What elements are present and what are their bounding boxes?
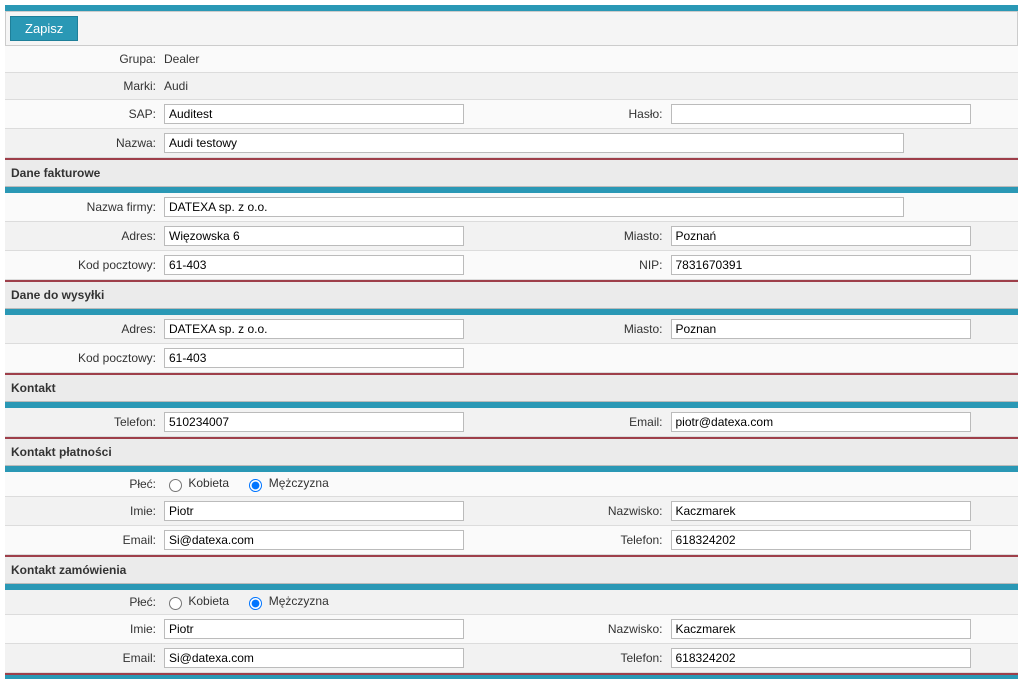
invoice-nip-input[interactable] [671,255,971,275]
contact-email-input[interactable] [671,412,971,432]
order-plec-kobieta-radio[interactable] [169,597,182,610]
payment-nazwisko-label: Nazwisko: [516,504,671,518]
invoice-kod-label: Kod pocztowy: [9,258,164,272]
contact-telefon-input[interactable] [164,412,464,432]
invoice-miasto-label: Miasto: [516,229,671,243]
haslo-label: Hasło: [516,107,671,121]
contact-telefon-label: Telefon: [9,415,164,429]
shipping-kod-label: Kod pocztowy: [9,351,164,365]
section-shipping-header: Dane do wysyłki [5,280,1018,309]
contact-email-label: Email: [516,415,671,429]
marki-label: Marki: [9,79,164,93]
save-button[interactable]: Zapisz [10,16,78,41]
invoice-nip-label: NIP: [516,258,671,272]
haslo-input[interactable] [671,104,971,124]
marki-value: Audi [164,77,1014,95]
section-payment-header: Kontakt płatności [5,437,1018,466]
order-telefon-input[interactable] [671,648,971,668]
payment-plec-mezczyzna-radio[interactable] [249,479,262,492]
payment-telefon-label: Telefon: [516,533,671,547]
order-nazwisko-label: Nazwisko: [516,622,671,636]
section-invoice-header: Dane fakturowe [5,158,1018,187]
payment-plec-kobieta-radio[interactable] [169,479,182,492]
order-nazwisko-input[interactable] [671,619,971,639]
order-plec-mezczyzna-radio[interactable] [249,597,262,610]
nazwa-input[interactable] [164,133,904,153]
shipping-kod-input[interactable] [164,348,464,368]
section-contact-header: Kontakt [5,373,1018,402]
payment-telefon-input[interactable] [671,530,971,550]
order-imie-input[interactable] [164,619,464,639]
shipping-adres-label: Adres: [9,322,164,336]
shipping-miasto-input[interactable] [671,319,971,339]
toolbar: Zapisz [5,11,1018,46]
grupa-value: Dealer [164,50,1014,68]
payment-imie-input[interactable] [164,501,464,521]
sap-input[interactable] [164,104,464,124]
invoice-kod-input[interactable] [164,255,464,275]
shipping-adres-input[interactable] [164,319,464,339]
grupa-label: Grupa: [9,52,164,66]
payment-plec-kobieta-label[interactable]: Kobieta [164,476,229,490]
shipping-miasto-label: Miasto: [516,322,671,336]
order-imie-label: Imie: [9,622,164,636]
invoice-adres-input[interactable] [164,226,464,246]
order-email-label: Email: [9,651,164,665]
section-order-header: Kontakt zamówienia [5,555,1018,584]
payment-email-input[interactable] [164,530,464,550]
invoice-nazwa-firmy-input[interactable] [164,197,904,217]
invoice-nazwa-firmy-label: Nazwa firmy: [9,200,164,214]
bottom-accent-bar [5,673,1018,679]
payment-nazwisko-input[interactable] [671,501,971,521]
payment-plec-label: Płeć: [9,477,164,491]
payment-email-label: Email: [9,533,164,547]
invoice-miasto-input[interactable] [671,226,971,246]
order-plec-kobieta-label[interactable]: Kobieta [164,594,229,608]
payment-imie-label: Imie: [9,504,164,518]
order-plec-mezczyzna-label[interactable]: Mężczyzna [244,594,328,608]
invoice-adres-label: Adres: [9,229,164,243]
sap-label: SAP: [9,107,164,121]
order-email-input[interactable] [164,648,464,668]
order-plec-label: Płeć: [9,595,164,609]
order-telefon-label: Telefon: [516,651,671,665]
payment-plec-mezczyzna-label[interactable]: Mężczyzna [244,476,328,490]
nazwa-label: Nazwa: [9,136,164,150]
